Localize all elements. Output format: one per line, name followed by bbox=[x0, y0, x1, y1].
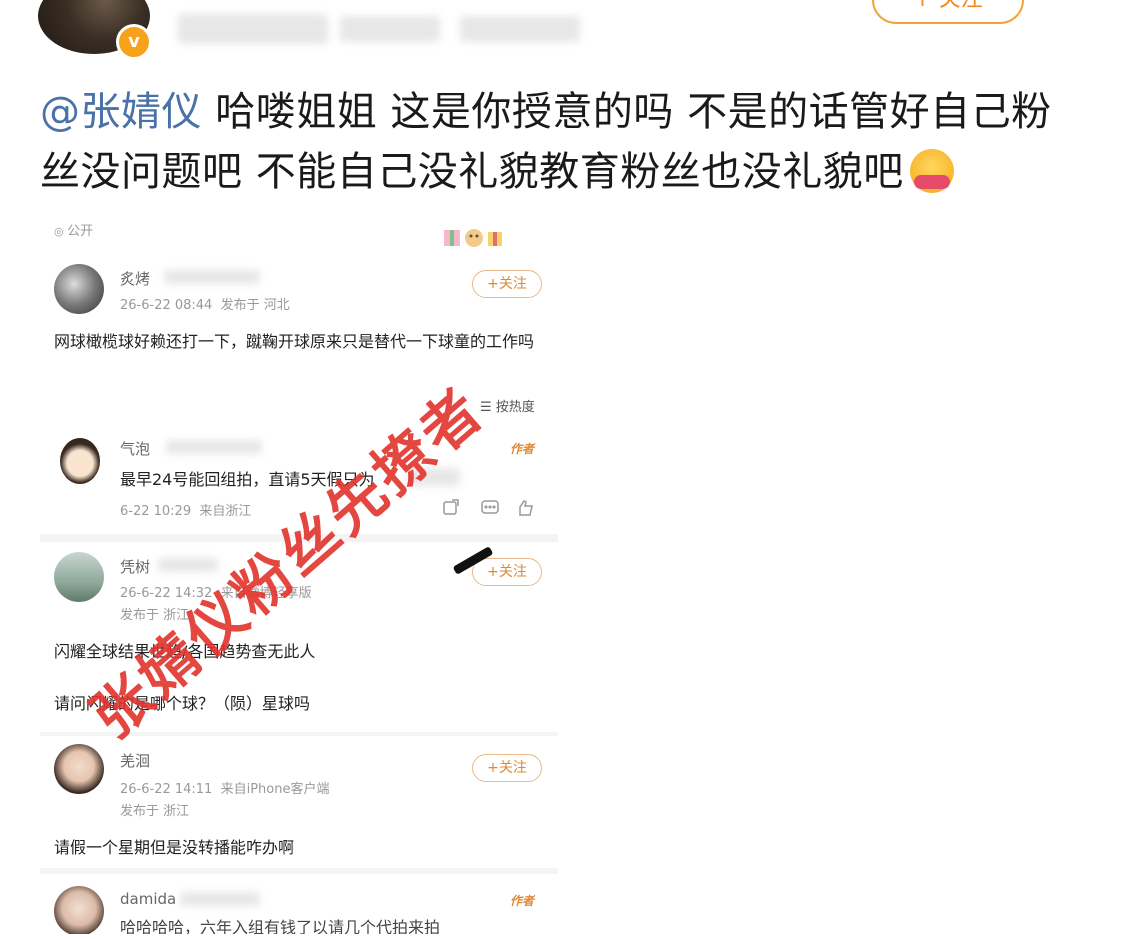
follow-button[interactable]: +关注 bbox=[472, 558, 542, 586]
follow-button[interactable]: + 关注 bbox=[872, 0, 1024, 24]
comment-time: 26-6-22 14:11 来自iPhone客户端 bbox=[120, 782, 330, 797]
commenter-name[interactable]: 气泡 bbox=[120, 438, 150, 459]
commenter-avatar[interactable] bbox=[54, 744, 104, 794]
commenter-avatar[interactable] bbox=[54, 552, 104, 602]
reply-actions bbox=[406, 498, 546, 518]
comment-time: 6-22 10:29 来自浙江 bbox=[120, 504, 252, 519]
share-icon bbox=[443, 499, 459, 515]
commenter-name[interactable]: 炙烤 bbox=[120, 268, 150, 289]
author-tag: 作者 bbox=[510, 894, 535, 908]
mention-link[interactable]: @张婧仪 bbox=[40, 89, 202, 135]
section-divider bbox=[40, 868, 558, 874]
comment-location: 发布于 浙江 bbox=[120, 804, 190, 819]
commenter-avatar[interactable] bbox=[60, 438, 100, 484]
verified-badge-icon: v bbox=[116, 24, 152, 60]
gift-decoration-icon bbox=[438, 224, 508, 250]
commenter-name[interactable]: 凭树 bbox=[120, 556, 150, 577]
name-blurred bbox=[180, 892, 260, 906]
commenter-avatar[interactable] bbox=[54, 886, 104, 934]
author-meta-blurred bbox=[340, 16, 440, 42]
follow-button[interactable]: +关注 bbox=[472, 754, 542, 782]
comment-text: 请假一个星期但是没转播能咋办啊 bbox=[54, 838, 295, 857]
visibility-label: ◎ 公开 bbox=[54, 224, 94, 239]
author-tag: 作者 bbox=[510, 442, 535, 456]
like-icon bbox=[519, 500, 533, 516]
follow-button[interactable]: +关注 bbox=[472, 270, 542, 298]
comment-time: 26-6-22 08:44 发布于 河北 bbox=[120, 298, 290, 313]
name-blurred bbox=[166, 440, 262, 454]
commenter-name[interactable]: damida bbox=[120, 890, 176, 908]
commenter-avatar[interactable] bbox=[54, 264, 104, 314]
comment-text: 哈哈哈哈，六年入组有钱了以请几个代拍来拍 bbox=[120, 918, 441, 934]
author-name-blurred[interactable] bbox=[178, 14, 328, 44]
hugging-face-emoji-icon bbox=[909, 149, 954, 193]
sort-by-hot[interactable]: ☰ 按热度 bbox=[480, 396, 535, 415]
comment-icon bbox=[481, 500, 499, 514]
post-text: @张婧仪 哈喽姐姐 这是你授意的吗 不是的话管好自己粉丝没问题吧 不能自己没礼貌… bbox=[40, 82, 1090, 202]
comment-text: 网球橄榄球好赖还打一下，蹴鞠开球原来只是替代一下球童的工作吗 bbox=[54, 332, 535, 351]
author-meta-blurred-2 bbox=[460, 16, 580, 42]
name-blurred bbox=[164, 270, 260, 284]
